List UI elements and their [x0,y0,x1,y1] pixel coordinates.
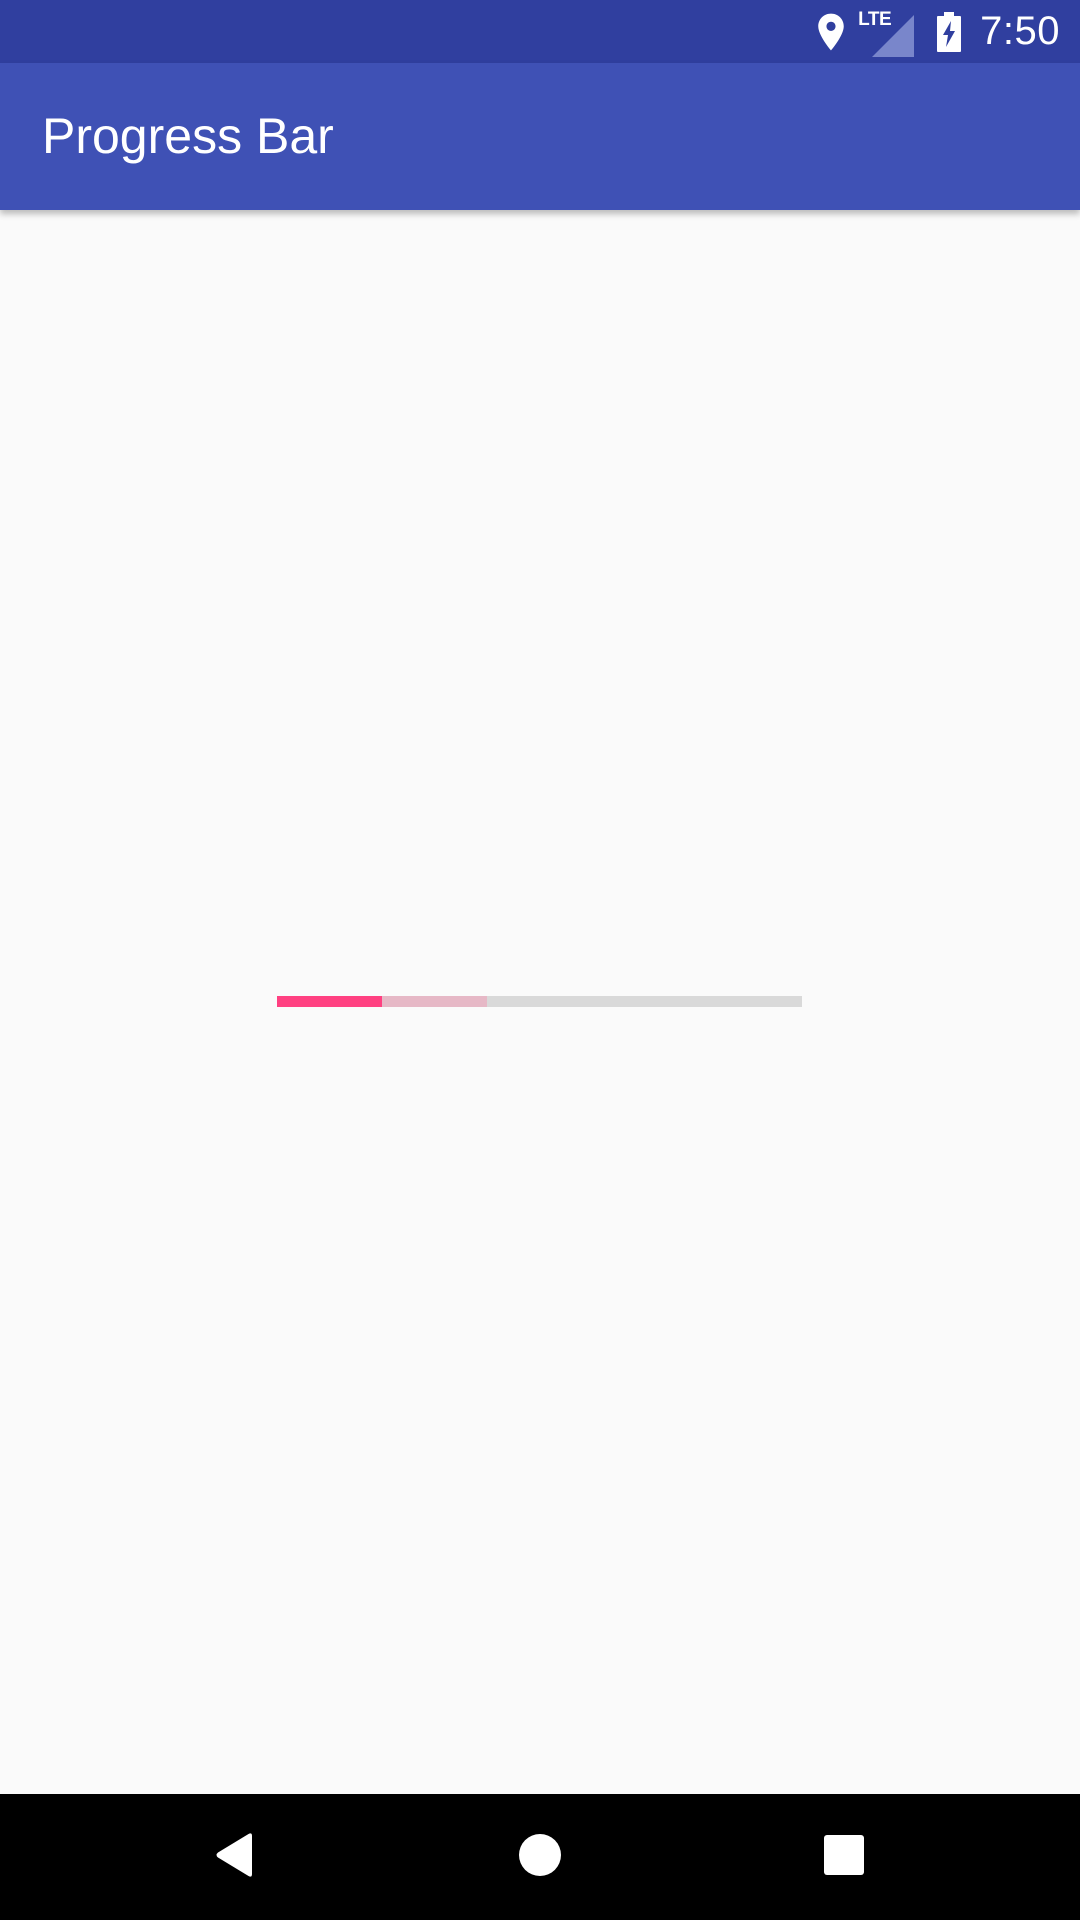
status-icons: LTE 7:50 [814,0,1060,63]
home-icon [518,1833,562,1882]
back-button[interactable] [160,1794,310,1920]
home-button[interactable] [465,1794,615,1920]
location-icon [814,12,848,52]
app-bar: Progress Bar [0,63,1080,210]
network-type-label: LTE [858,8,892,30]
content-area [0,210,1080,1794]
recents-icon [824,1834,864,1880]
battery-charging-icon [936,11,962,52]
navigation-bar [0,1794,1080,1920]
status-time: 7:50 [980,9,1060,53]
progress-primary-fill [277,996,382,1007]
page-title: Progress Bar [42,108,334,164]
progress-bar [277,996,802,1007]
lte-signal-icon: LTE [858,7,915,57]
screen: LTE 7:50 Progress Bar [0,0,1080,1920]
back-icon [214,1832,256,1883]
status-bar: LTE 7:50 [0,0,1080,63]
recents-button[interactable] [769,1794,919,1920]
